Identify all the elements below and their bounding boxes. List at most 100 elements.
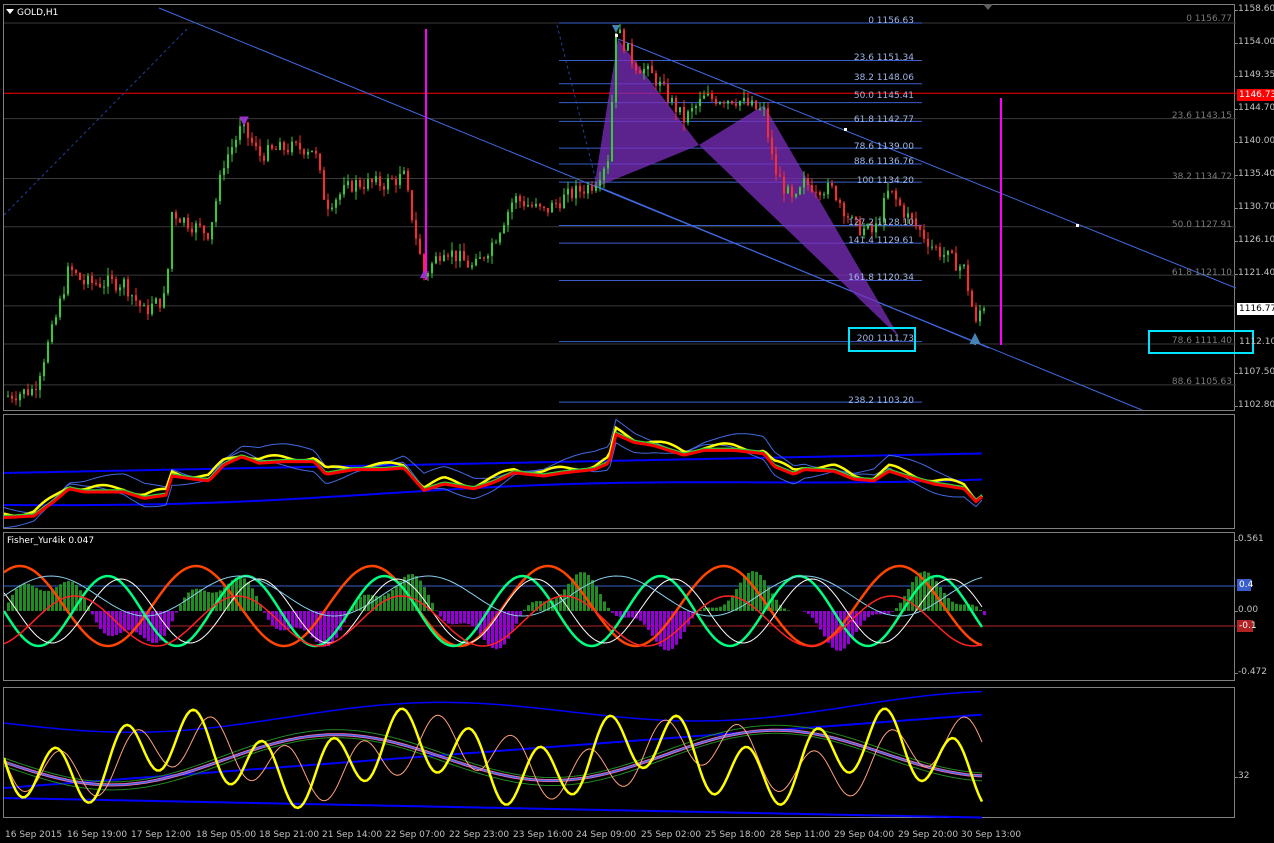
histogram-bar — [91, 611, 94, 615]
candle-body — [691, 108, 693, 112]
candle-body — [623, 29, 625, 51]
candle-body — [887, 190, 889, 199]
histogram-bar — [195, 588, 198, 611]
candle-body — [319, 153, 321, 171]
candle-body — [483, 257, 485, 259]
candle-body — [659, 81, 661, 86]
histogram-bar — [871, 611, 874, 616]
histogram-bar — [819, 611, 822, 630]
candle-body — [431, 263, 433, 274]
chart-symbol-title[interactable]: GOLD,H1 — [6, 8, 58, 18]
oscillator-scale[interactable]: 32 — [1234, 687, 1274, 818]
right-fibonacci-level-label: 88.6 1105.63 — [1171, 377, 1232, 387]
candle-body — [87, 275, 89, 285]
candle-body — [923, 229, 925, 239]
candle-body — [647, 65, 649, 70]
histogram-bar — [99, 611, 102, 629]
indicator-pane-fisher[interactable] — [3, 532, 1236, 681]
fisher-scale[interactable]: 0.561 0.00 -0.472 — [1234, 532, 1274, 681]
time-axis-label: 21 Sep 14:00 — [322, 830, 383, 840]
up-arrow-icon — [969, 332, 981, 345]
candle-body — [411, 190, 413, 221]
candle-body — [419, 238, 421, 255]
histogram-bar — [867, 611, 870, 618]
price-tick: 1135.40 — [1234, 168, 1274, 179]
candle-body — [719, 102, 721, 104]
indicator-pane-oscillator[interactable] — [3, 687, 1235, 819]
right-fibonacci-level-label: 0 1156.77 — [1186, 14, 1232, 24]
price-scale[interactable]: 1158.60 1154.00 1149.35 1144.70 1140.00 1135.… — [1234, 4, 1274, 411]
histogram-bar — [715, 607, 718, 611]
candle-body — [35, 388, 37, 391]
candle-body — [31, 388, 33, 395]
histogram-bar — [667, 611, 670, 651]
candle-body — [495, 242, 497, 244]
time-axis-label: 18 Sep 21:00 — [259, 830, 320, 840]
candle-body — [327, 199, 329, 210]
candle-body — [23, 389, 25, 395]
candle-body — [523, 201, 525, 207]
histogram-bar — [923, 571, 926, 611]
candle-body — [487, 255, 489, 259]
histogram-bar — [527, 605, 530, 611]
fisher-scale-bottom: -0.472 — [1234, 667, 1268, 677]
histogram-bar — [531, 602, 534, 611]
histogram-bar — [963, 604, 966, 611]
candle-body — [863, 228, 865, 236]
candle-body — [123, 279, 125, 288]
fibonacci-level-label: 238.2 1103.20 — [848, 396, 914, 406]
histogram-bar — [783, 608, 786, 611]
time-axis-label: 16 Sep 2015 — [5, 830, 63, 840]
chart-shift-marker-icon[interactable] — [983, 4, 993, 10]
candle-body — [47, 341, 49, 363]
candle-body — [99, 283, 101, 288]
medium-ma-line — [4, 431, 983, 517]
candle-body — [179, 218, 181, 223]
candle-body — [375, 176, 377, 183]
candle-body — [947, 250, 949, 256]
histogram-bar — [735, 589, 738, 611]
candle-body — [811, 184, 813, 192]
candle-body — [471, 265, 473, 268]
candle-body — [739, 101, 741, 106]
histogram-bar — [719, 606, 722, 611]
channel-anchor-point — [615, 34, 618, 37]
candle-body — [591, 185, 593, 191]
fibonacci-level-label: 88.6 1136.76 — [853, 157, 914, 167]
time-axis[interactable]: 16 Sep 2015 16 Sep 19:00 17 Sep 12:00 18 Se… — [3, 829, 1235, 843]
fisher-indicator-title: Fisher_Yur4ik 0.047 — [7, 536, 95, 546]
candle-body — [943, 255, 945, 257]
candle-body — [39, 376, 41, 391]
candle-body — [7, 395, 9, 397]
candle-body — [415, 220, 417, 239]
histogram-bar — [103, 611, 106, 634]
oscillator-indicator-canvas — [4, 690, 984, 819]
candle-body — [147, 305, 149, 315]
candle-body — [191, 228, 193, 233]
candle-body — [435, 256, 437, 264]
candle-body — [599, 179, 601, 187]
candle-body — [127, 279, 129, 297]
histogram-bar — [199, 589, 202, 611]
candle-body — [571, 188, 573, 199]
histogram-bar — [723, 604, 726, 611]
right-fibonacci-level-label: 50.0 1127.91 — [1171, 220, 1232, 230]
fisher-lower-level-label: -0.1 — [1237, 620, 1257, 632]
candle-body — [15, 398, 17, 401]
candle-body — [815, 191, 817, 193]
candle-body — [635, 63, 637, 71]
fibonacci-level-label: 141.4 1129.61 — [848, 236, 914, 246]
fibonacci-level-label: 100 1134.20 — [856, 176, 914, 186]
candle-body — [687, 111, 689, 123]
dropdown-arrow-icon[interactable] — [6, 9, 14, 14]
candle-body — [895, 190, 897, 200]
candle-body — [227, 154, 229, 169]
candle-body — [631, 43, 633, 64]
indicator-pane-bands[interactable] — [3, 414, 1235, 529]
histogram-bar — [899, 602, 902, 611]
down-arrow-icon — [612, 25, 620, 33]
candle-body — [399, 173, 401, 185]
main-chart-pane[interactable] — [3, 4, 1236, 411]
candle-body — [507, 211, 509, 226]
right-fibonacci-level-label: 23.6 1143.15 — [1171, 111, 1232, 121]
